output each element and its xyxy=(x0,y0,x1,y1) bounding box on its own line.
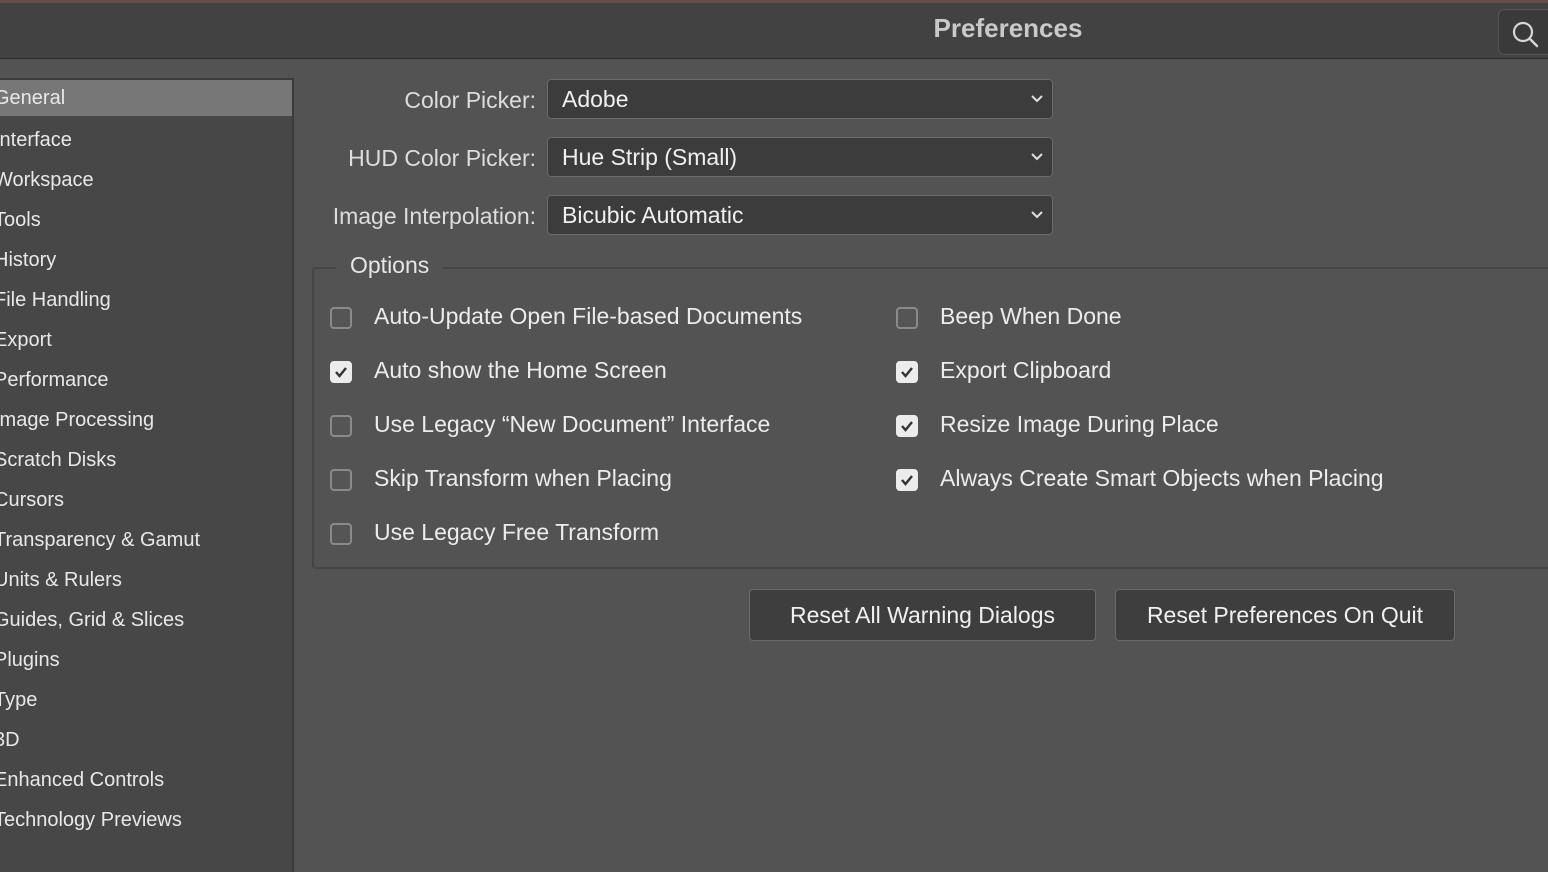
sidebar-item-interface[interactable]: Interface xyxy=(0,120,292,160)
image-interpolation-value: Bicubic Automatic xyxy=(562,202,744,228)
checkbox[interactable] xyxy=(896,469,918,491)
checkbox[interactable] xyxy=(896,415,918,437)
option-label: Export Clipboard xyxy=(940,357,1112,383)
hud-color-picker-label: HUD Color Picker: xyxy=(348,145,536,171)
sidebar-item-tools[interactable]: Tools xyxy=(0,200,292,240)
search-icon xyxy=(1512,21,1539,48)
hud-color-picker-value: Hue Strip (Small) xyxy=(562,144,738,170)
sidebar-item-3d[interactable]: 3D xyxy=(0,720,292,760)
sidebar-item-guides-grid-slices[interactable]: Guides, Grid & Slices xyxy=(0,600,292,640)
sidebar-item-technology-previews[interactable]: Technology Previews xyxy=(0,800,292,840)
checkbox[interactable] xyxy=(330,307,352,329)
sidebar-item-export[interactable]: Export xyxy=(0,320,292,360)
checkbox[interactable] xyxy=(330,469,352,491)
sidebar-item-scratch-disks[interactable]: Scratch Disks xyxy=(0,440,292,480)
sidebar-item-file-handling[interactable]: File Handling xyxy=(0,280,292,320)
search-button[interactable] xyxy=(1498,9,1548,55)
checkbox[interactable] xyxy=(330,523,352,545)
sidebar-item-transparency-gamut[interactable]: Transparency & Gamut xyxy=(0,520,292,560)
sidebar-item-enhanced-controls[interactable]: Enhanced Controls xyxy=(0,760,292,800)
option-label: Skip Transform when Placing xyxy=(374,465,672,491)
checkbox[interactable] xyxy=(896,361,918,383)
sidebar-item-plugins[interactable]: Plugins xyxy=(0,640,292,680)
sidebar-item-cursors[interactable]: Cursors xyxy=(0,480,292,520)
option-label: Use Legacy Free Transform xyxy=(374,519,660,545)
preferences-window: Preferences General Interface Workspace … xyxy=(0,0,1548,872)
chevron-down-icon xyxy=(1031,211,1043,219)
checkbox[interactable] xyxy=(330,415,352,437)
hud-color-picker-select[interactable]: Hue Strip (Small) xyxy=(547,137,1053,177)
image-interpolation-label: Image Interpolation: xyxy=(332,203,536,229)
window-title: Preferences xyxy=(933,13,1083,43)
color-picker-label: Color Picker: xyxy=(404,87,536,113)
title-bar: Preferences xyxy=(0,3,1548,59)
sidebar-item-type[interactable]: Type xyxy=(0,680,292,720)
reset-all-warning-dialogs-button[interactable]: Reset All Warning Dialogs xyxy=(749,589,1096,641)
checkmark-icon xyxy=(901,367,913,378)
checkmark-icon xyxy=(335,367,347,378)
color-picker-value: Adobe xyxy=(562,86,629,112)
option-label: Always Create Smart Objects when Placing xyxy=(940,465,1384,491)
image-interpolation-select[interactable]: Bicubic Automatic xyxy=(547,195,1053,235)
sidebar-item-history[interactable]: History xyxy=(0,240,292,280)
checkbox[interactable] xyxy=(896,307,918,329)
reset-preferences-on-quit-button[interactable]: Reset Preferences On Quit xyxy=(1115,589,1455,641)
option-label: Use Legacy “New Document” Interface xyxy=(374,411,771,437)
options-legend: Options xyxy=(336,252,444,279)
checkmark-icon xyxy=(901,475,913,486)
sidebar-item-performance[interactable]: Performance xyxy=(0,360,292,400)
option-label: Beep When Done xyxy=(940,303,1122,329)
option-label: Auto-Update Open File-based Documents xyxy=(374,303,803,329)
checkbox[interactable] xyxy=(330,361,352,383)
chevron-down-icon xyxy=(1031,95,1043,103)
sidebar-item-units-rulers[interactable]: Units & Rulers xyxy=(0,560,292,600)
chevron-down-icon xyxy=(1031,153,1043,161)
checkmark-icon xyxy=(901,421,913,432)
sidebar-item-image-processing[interactable]: Image Processing xyxy=(0,400,292,440)
option-label: Auto show the Home Screen xyxy=(374,357,667,383)
sidebar: General Interface Workspace Tools Histor… xyxy=(0,78,294,872)
color-picker-select[interactable]: Adobe xyxy=(547,79,1053,119)
sidebar-item-general[interactable]: General xyxy=(0,80,292,116)
option-label: Resize Image During Place xyxy=(940,411,1219,437)
sidebar-item-workspace[interactable]: Workspace xyxy=(0,160,292,200)
